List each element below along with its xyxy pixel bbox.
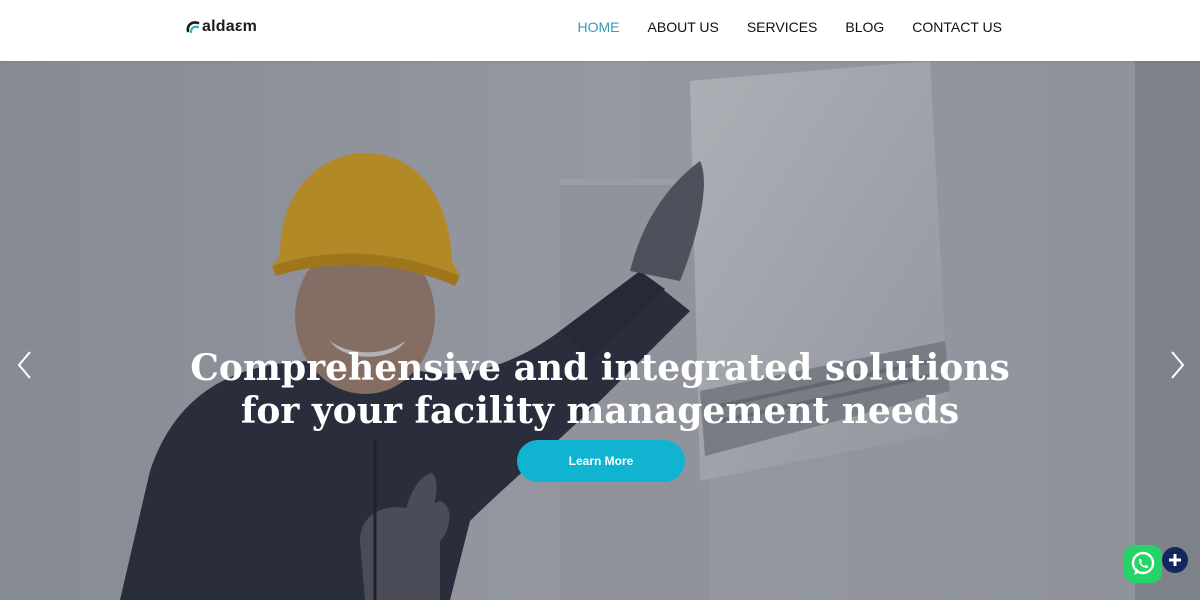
plus-button[interactable] [1162, 547, 1188, 573]
nav-about-us[interactable]: ABOUT US [648, 19, 719, 35]
whatsapp-button[interactable] [1124, 545, 1162, 583]
hero-dark-overlay [0, 61, 1200, 600]
nav-home[interactable]: HOME [578, 19, 620, 35]
plus-icon [1169, 554, 1181, 566]
hero-slider: Comprehensive and integrated solutions f… [0, 61, 1200, 600]
hero-title-line-2: for your facility management needs [240, 390, 960, 432]
whatsapp-icon [1131, 551, 1155, 575]
chevron-left-icon [17, 351, 31, 379]
logo-swoosh-icon [186, 21, 200, 34]
chevron-right-icon [1171, 351, 1185, 379]
nav-blog[interactable]: BLOG [845, 19, 884, 35]
site-logo[interactable]: aldaεm [186, 16, 257, 38]
hero-title-line-1: Comprehensive and integrated solutions [190, 347, 1010, 389]
learn-more-button[interactable]: Learn More [517, 440, 685, 482]
hero-title: Comprehensive and integrated solutions f… [0, 347, 1200, 433]
slider-next-button[interactable] [1164, 349, 1190, 381]
main-nav: HOME ABOUT US SERVICES BLOG CONTACT US [578, 0, 1002, 53]
nav-contact-us[interactable]: CONTACT US [912, 19, 1002, 35]
nav-services[interactable]: SERVICES [747, 19, 818, 35]
logo-text: aldaεm [202, 18, 258, 35]
slider-prev-button[interactable] [14, 349, 40, 381]
site-header: aldaεm HOME ABOUT US SERVICES BLOG CONTA… [0, 0, 1200, 61]
